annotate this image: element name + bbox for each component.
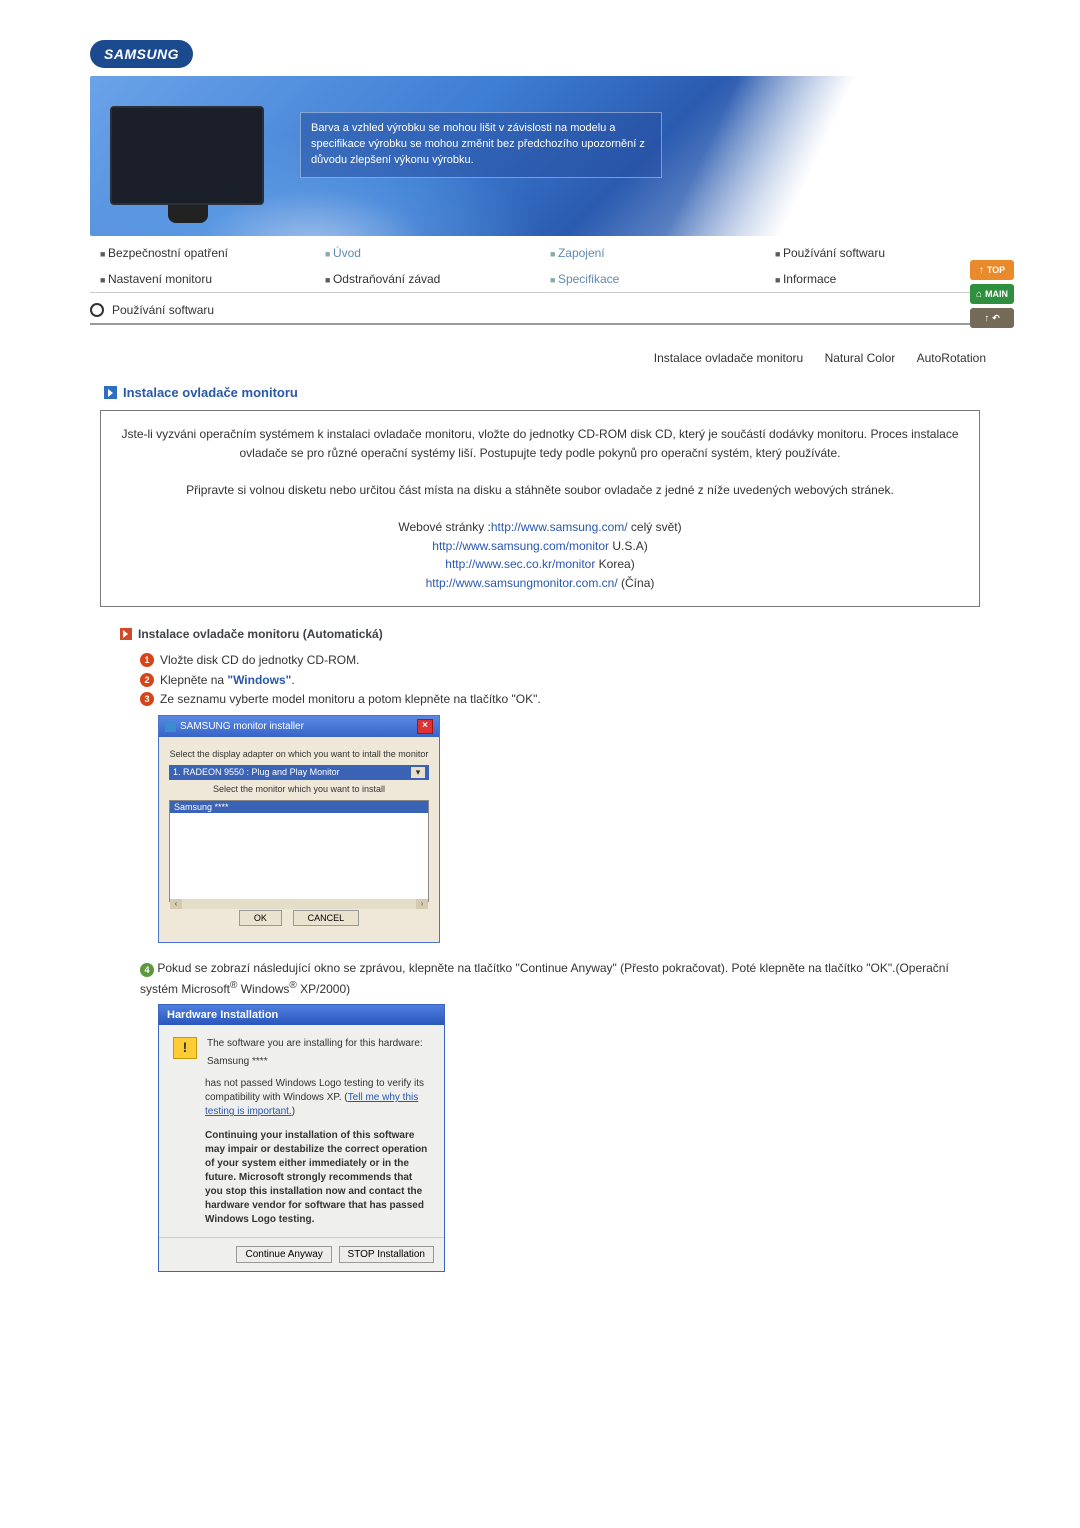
app-icon: [165, 721, 176, 732]
step-num-1: 1: [140, 653, 154, 667]
step-1: 1Vložte disk CD do jednotky CD-ROM.: [140, 651, 990, 670]
step-2: 2Klepněte na "Windows".: [140, 671, 990, 690]
bullet-icon: [90, 303, 104, 317]
tab-driver-install[interactable]: Instalace ovladače monitoru: [654, 351, 803, 365]
step-4: 4 Pokud se zobrazí následující okno se z…: [140, 959, 970, 998]
close-icon[interactable]: ×: [417, 719, 433, 734]
hw-warning-bold: Continuing your installation of this sof…: [205, 1129, 430, 1227]
prompt-adapter: Select the display adapter on which you …: [169, 749, 429, 759]
link-sec-kr[interactable]: http://www.sec.co.kr/monitor: [445, 557, 595, 571]
tab-autorotation[interactable]: AutoRotation: [917, 351, 986, 365]
arrow-icon: [104, 386, 117, 399]
main-button[interactable]: ⌂MAIN: [970, 284, 1014, 304]
monitor-listbox[interactable]: Samsung **** ‹›: [169, 800, 429, 902]
ok-button[interactable]: OK: [239, 910, 282, 926]
nav-specs[interactable]: Specifikace: [540, 266, 765, 292]
link-samsung-cn[interactable]: http://www.samsungmonitor.com.cn/: [426, 576, 618, 590]
samsung-logo: SAMSUNG: [90, 40, 193, 68]
nav-troubleshoot[interactable]: Odstraňování závad: [315, 266, 540, 292]
arrow-red-icon: [120, 628, 132, 640]
link-samsung-monitor[interactable]: http://www.samsung.com/monitor: [432, 539, 609, 553]
scroll-left-icon[interactable]: ‹: [170, 899, 182, 909]
continue-anyway-button[interactable]: Continue Anyway: [236, 1246, 331, 1263]
list-item[interactable]: Samsung ****: [170, 801, 428, 813]
back-link-button[interactable]: ↑↶: [970, 308, 1014, 328]
top-button[interactable]: ↑TOP: [970, 260, 1014, 280]
nav-connect[interactable]: Zapojení: [540, 240, 765, 266]
hero-disclaimer: Barva a vzhled výrobku se mohou lišit v …: [300, 112, 662, 178]
heading-auto-install: Instalace ovladače monitoru (Automatická…: [120, 627, 990, 641]
nav-info[interactable]: Informace: [765, 266, 990, 292]
main-nav: Bezpečnostní opatření Úvod Zapojení Použ…: [90, 240, 990, 293]
link-samsung[interactable]: http://www.samsung.com/: [491, 520, 628, 534]
box-paragraph-1: Jste-li vyzváni operačním systémem k ins…: [119, 425, 961, 462]
monitor-image: [110, 106, 265, 216]
warning-icon: !: [173, 1037, 197, 1059]
hw-dialog-title: Hardware Installation: [159, 1005, 444, 1025]
hero-banner: Barva a vzhled výrobku se mohou lišit v …: [90, 76, 990, 236]
tab-natural-color[interactable]: Natural Color: [825, 351, 896, 365]
hw-line-2: Samsung ****: [207, 1055, 423, 1069]
prompt-monitor: Select the monitor which you want to ins…: [169, 784, 429, 794]
nav-setup[interactable]: Nastavení monitoru: [90, 266, 315, 292]
nav-safety[interactable]: Bezpečnostní opatření: [90, 240, 315, 266]
sub-tabs: Instalace ovladače monitoru Natural Colo…: [90, 329, 990, 365]
scroll-right-icon[interactable]: ›: [416, 899, 428, 909]
adapter-select[interactable]: 1. RADEON 9550 : Plug and Play Monitor▾: [169, 765, 429, 780]
web-label: Webové stránky :: [398, 520, 490, 534]
dropdown-arrow-icon[interactable]: ▾: [411, 767, 425, 778]
hw-line-1: The software you are installing for this…: [207, 1037, 423, 1051]
box-paragraph-2: Připravte si volnou disketu nebo určitou…: [119, 481, 961, 500]
nav-software[interactable]: Používání softwaru: [765, 240, 990, 266]
link-windows[interactable]: "Windows": [227, 673, 291, 687]
info-box: Jste-li vyzváni operačním systémem k ins…: [100, 410, 980, 607]
cancel-button[interactable]: CANCEL: [293, 910, 360, 926]
step-num-3: 3: [140, 692, 154, 706]
dialog-title: SAMSUNG monitor installer: [165, 721, 304, 732]
installer-dialog: SAMSUNG monitor installer × Select the d…: [158, 715, 440, 943]
heading-install-driver: Instalace ovladače monitoru: [104, 385, 990, 400]
section-header: Používání softwaru: [90, 303, 990, 325]
stop-installation-button[interactable]: STOP Installation: [339, 1246, 434, 1263]
step-num-2: 2: [140, 673, 154, 687]
hardware-dialog: Hardware Installation ! The software you…: [158, 1004, 445, 1272]
nav-intro[interactable]: Úvod: [315, 240, 540, 266]
step-3: 3Ze seznamu vyberte model monitoru a pot…: [140, 690, 990, 709]
step-num-4: 4: [140, 963, 154, 977]
